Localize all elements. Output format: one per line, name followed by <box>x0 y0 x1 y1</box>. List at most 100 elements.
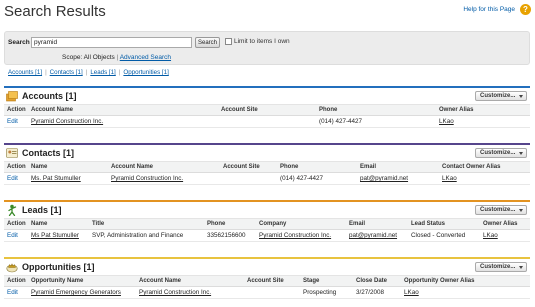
contacts-title: Contacts [1] <box>22 148 75 158</box>
chevron-down-icon <box>519 152 523 155</box>
account-name-link[interactable]: Pyramid Construction Inc. <box>111 175 183 182</box>
column-header: Email <box>346 218 408 230</box>
advanced-search-link[interactable]: Advanced Search <box>120 54 171 61</box>
opportunities-table: Action Opportunity Name Account Name Acc… <box>4 275 530 299</box>
stage-cell: Prospecting <box>300 286 353 299</box>
help-link[interactable]: Help for this Page <box>463 6 515 13</box>
column-header: Action <box>4 275 28 287</box>
edit-link[interactable]: Edit <box>7 175 18 182</box>
column-header: Account Site <box>218 104 316 116</box>
lead-name-link[interactable]: Ms Pat Stumuller <box>31 232 79 239</box>
accounts-title: Accounts [1] <box>22 91 77 101</box>
jumplink-contacts[interactable]: Contacts [1] <box>50 69 83 76</box>
table-header-row: Action Name Title Phone Company Email Le… <box>4 218 530 230</box>
column-header: Action <box>4 104 28 116</box>
owner-alias-link[interactable]: LKao <box>439 118 454 125</box>
scope-separator: | <box>116 54 119 61</box>
edit-link[interactable]: Edit <box>7 232 18 239</box>
column-header: Owner Alias <box>480 218 530 230</box>
contacts-section: Contacts [1] Customize... Action Name Ac… <box>4 143 530 185</box>
phone-cell: 33562156600 <box>204 229 256 242</box>
opportunities-title: Opportunities [1] <box>22 262 95 272</box>
column-header: Account Name <box>28 104 218 116</box>
chevron-down-icon <box>519 266 523 269</box>
owner-alias-link[interactable]: LKao <box>442 175 457 182</box>
account-site-cell <box>218 115 316 128</box>
account-site-cell <box>220 172 277 185</box>
scope-row: Scope: All Objects | Advanced Search <box>62 54 171 61</box>
column-header: Action <box>4 161 28 173</box>
accounts-section: Accounts [1] Customize... Action Account… <box>4 86 530 128</box>
table-row: Edit Ms. Pat Stumuller Pyramid Construct… <box>4 172 530 185</box>
search-label: Search <box>8 39 30 46</box>
lead-status-cell: Closed - Converted <box>408 229 480 242</box>
column-header: Opportunity Name <box>28 275 136 287</box>
contacts-card-icon <box>6 148 18 158</box>
contact-name-link[interactable]: Ms. Pat Stumuller <box>31 175 81 182</box>
owner-alias-link[interactable]: LKao <box>483 232 498 239</box>
close-date-cell: 3/27/2008 <box>353 286 401 299</box>
opportunities-header: Opportunities [1] Customize... <box>4 259 530 275</box>
column-header: Account Name <box>136 275 244 287</box>
chevron-down-icon <box>519 209 523 212</box>
table-header-row: Action Account Name Account Site Phone O… <box>4 104 530 116</box>
column-header: Phone <box>277 161 357 173</box>
search-input[interactable] <box>31 37 192 48</box>
column-header: Name <box>28 161 108 173</box>
email-link[interactable]: pat@pyramid.net <box>360 175 408 182</box>
customize-label: Customize... <box>480 93 516 99</box>
leads-customize-button[interactable]: Customize... <box>475 205 527 215</box>
table-header-row: Action Name Account Name Account Site Ph… <box>4 161 530 173</box>
account-site-cell <box>244 286 300 299</box>
column-header: Opportunity Owner Alias <box>401 275 530 287</box>
help-icon[interactable]: ? <box>520 4 531 15</box>
jumplink-accounts[interactable]: Accounts [1] <box>8 69 42 76</box>
column-header: Contact Owner Alias <box>439 161 530 173</box>
opportunity-name-link[interactable]: Pyramid Emergency Generators <box>31 289 121 296</box>
column-header: Owner Alias <box>436 104 530 116</box>
limit-to-my-items-checkbox[interactable] <box>225 38 232 45</box>
contacts-header: Contacts [1] Customize... <box>4 145 530 161</box>
owner-alias-link[interactable]: LKao <box>404 289 419 296</box>
column-header: Phone <box>316 104 436 116</box>
column-header: Close Date <box>353 275 401 287</box>
chevron-down-icon <box>519 95 523 98</box>
search-button[interactable]: Search <box>195 37 220 48</box>
edit-link[interactable]: Edit <box>7 118 18 125</box>
jumplink-opportunities[interactable]: Opportunities [1] <box>123 69 168 76</box>
column-header: Lead Status <box>408 218 480 230</box>
column-header: Phone <box>204 218 256 230</box>
section-jumplinks: Accounts [1] | Contacts [1] | Leads [1] | Oppo… <box>8 69 169 76</box>
table-row: Edit Pyramid Construction Inc. (014) 427… <box>4 115 530 128</box>
column-header: Name <box>28 218 89 230</box>
limit-to-my-items-label: Limit to items I own <box>234 38 290 45</box>
column-header: Title <box>89 218 204 230</box>
opportunities-section: Opportunities [1] Customize... Action Op… <box>4 257 530 299</box>
column-header: Account Site <box>244 275 300 287</box>
leads-table: Action Name Title Phone Company Email Le… <box>4 218 530 242</box>
leads-header: Leads [1] Customize... <box>4 202 530 218</box>
column-header: Stage <box>300 275 353 287</box>
phone-cell: (014) 427-4427 <box>277 172 357 185</box>
jumplink-leads[interactable]: Leads [1] <box>90 69 115 76</box>
page-title: Search Results <box>4 3 106 20</box>
customize-label: Customize... <box>480 264 516 270</box>
email-link[interactable]: pat@pyramid.net <box>349 232 397 239</box>
accounts-folder-icon <box>6 91 18 102</box>
table-row: Edit Pyramid Emergency Generators Pyrami… <box>4 286 530 299</box>
customize-label: Customize... <box>480 150 516 156</box>
opportunities-customize-button[interactable]: Customize... <box>475 262 527 272</box>
column-header: Email <box>357 161 439 173</box>
accounts-header: Accounts [1] Customize... <box>4 88 530 104</box>
leads-title: Leads [1] <box>22 205 62 215</box>
accounts-customize-button[interactable]: Customize... <box>475 91 527 101</box>
column-header: Company <box>256 218 346 230</box>
edit-link[interactable]: Edit <box>7 289 18 296</box>
account-name-link[interactable]: Pyramid Construction Inc. <box>31 118 103 125</box>
contacts-table: Action Name Account Name Account Site Ph… <box>4 161 530 185</box>
column-header: Account Name <box>108 161 220 173</box>
company-link[interactable]: Pyramid Construction Inc. <box>259 232 331 239</box>
accounts-table: Action Account Name Account Site Phone O… <box>4 104 530 128</box>
account-name-link[interactable]: Pyramid Construction Inc. <box>139 289 211 296</box>
contacts-customize-button[interactable]: Customize... <box>475 148 527 158</box>
